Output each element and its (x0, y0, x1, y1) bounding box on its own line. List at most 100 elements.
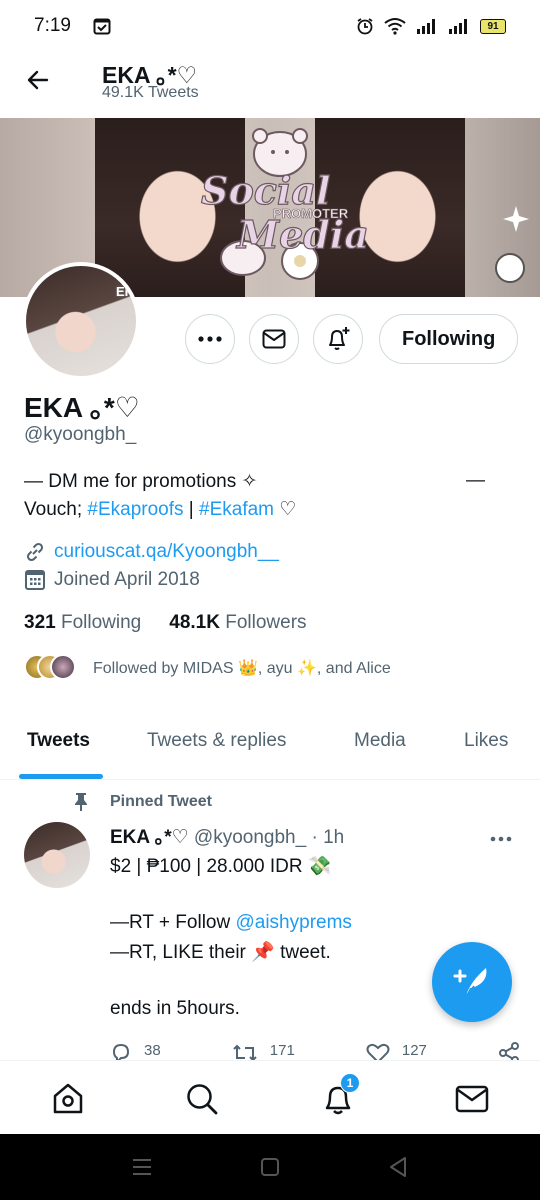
profile-avatar[interactable]: EKA (22, 262, 140, 380)
tweet-actions: 38 171 127 (110, 1042, 520, 1060)
system-navigation-bar (0, 1134, 540, 1200)
notifications-button[interactable] (313, 314, 363, 364)
reply-icon (112, 1043, 130, 1060)
header-tweet-count: 49.1K Tweets (102, 84, 199, 101)
followed-by-text: Followed by MIDAS 👑, ayu ✨, and Alice (93, 660, 391, 677)
avatar-tag: EKA (116, 284, 136, 299)
follower-avatar (50, 654, 76, 680)
following-count: 321 (24, 612, 56, 633)
signal-icon-2 (448, 18, 470, 34)
tab-likes[interactable]: Likes (464, 730, 508, 752)
more-icon (490, 836, 512, 842)
banner-text-media: Media (235, 212, 369, 257)
back-system-button[interactable] (386, 1156, 410, 1178)
followers-label: Followers (225, 612, 307, 633)
bio-line-2: Vouch; #Ekaproofs | #Ekafam ♡ (24, 498, 296, 521)
bio-separator: | (183, 499, 200, 520)
pinned-indicator: Pinned Tweet (72, 792, 212, 812)
profile-header-bar: EKA ｡*♡ 49.1K Tweets (0, 52, 540, 118)
retweet-action[interactable]: 171 (232, 1042, 295, 1060)
status-time: 7:19 (34, 15, 71, 36)
followed-by-row[interactable]: Followed by MIDAS 👑, ayu ✨, and Alice (24, 654, 391, 682)
joined-row: Joined April 2018 (24, 569, 200, 591)
following-label: Following (60, 612, 142, 633)
tweet-author-handle: @kyoongbh_ (193, 827, 307, 848)
profile-actions: Following (185, 314, 519, 364)
profile-handle: @kyoongbh_ (24, 424, 137, 445)
share-icon (498, 1042, 519, 1060)
nav-notifications[interactable]: 1 (320, 1073, 360, 1117)
more-icon (198, 336, 222, 342)
tweet-text-rt-follow: —RT + Follow (110, 912, 236, 933)
follow-stats: 321 Following 48.1K Followers (24, 612, 307, 634)
tweet-author-name[interactable]: EKA ｡*♡ (110, 827, 189, 848)
followers-stat[interactable]: 48.1K Followers (169, 612, 306, 634)
back-arrow-icon (27, 70, 49, 90)
mail-icon (455, 1085, 489, 1113)
followers-count: 48.1K (169, 612, 220, 633)
retweet-count: 171 (269, 1042, 295, 1059)
hashtag-ekafam[interactable]: #Ekafam (199, 499, 274, 520)
status-bar: 7:19 91 (0, 0, 540, 52)
profile-name: EKA ｡*♡ (24, 392, 140, 423)
website-row: curiouscat.qa/Kyoongbh__ (24, 541, 279, 563)
recent-apps-button[interactable] (130, 1156, 154, 1178)
back-button[interactable] (22, 64, 54, 96)
tweet-text-line-1: $2 | ₱100 | 28.000 IDR 💸 (110, 856, 332, 877)
like-action[interactable]: 127 (366, 1042, 427, 1060)
tweet-header: EKA ｡*♡ @kyoongbh_ · 1h (110, 822, 344, 849)
active-tab-indicator (19, 774, 103, 779)
hashtag-ekaproofs[interactable]: #Ekaproofs (87, 499, 183, 520)
profile-tabs: Tweets Tweets & replies Media Likes (0, 712, 540, 780)
reply-action[interactable]: 38 (110, 1042, 161, 1060)
heart-icon (366, 1043, 390, 1060)
reply-count: 38 (144, 1042, 161, 1059)
tweet-time[interactable]: 1h (323, 827, 344, 848)
notification-app-icon (93, 17, 111, 35)
tweet-mention[interactable]: @aishyprems (235, 912, 351, 933)
home-icon (53, 1083, 83, 1114)
wifi-icon (384, 17, 406, 35)
nav-search[interactable] (184, 1081, 220, 1117)
message-button[interactable] (249, 314, 299, 364)
tab-tweets[interactable]: Tweets (27, 730, 90, 752)
bio-vouch-text: Vouch; (24, 499, 88, 520)
nav-messages[interactable] (454, 1081, 490, 1117)
tweet-avatar[interactable] (24, 822, 90, 888)
tab-tweets-replies[interactable]: Tweets & replies (147, 730, 286, 752)
pinned-label: Pinned Tweet (110, 793, 212, 810)
home-system-button[interactable] (258, 1156, 282, 1178)
tweet-more-button[interactable] (490, 822, 512, 848)
bio-dash: — (466, 470, 485, 491)
bio-heart: ♡ (274, 499, 297, 520)
avatar-image: EKA (26, 266, 136, 376)
joined-date: Joined April 2018 (54, 569, 200, 590)
pin-icon (75, 793, 87, 811)
alarm-icon (356, 17, 374, 35)
search-icon (187, 1084, 218, 1115)
bio-line-1: — DM me for promotions ✧ (24, 471, 258, 492)
share-action[interactable] (498, 1042, 520, 1060)
following-button[interactable]: Following (379, 314, 519, 364)
follower-avatars (24, 654, 84, 682)
battery-icon: 91 (480, 18, 506, 34)
link-icon (26, 542, 44, 562)
bottom-nav: 1 (0, 1060, 540, 1134)
more-options-button[interactable] (185, 314, 235, 364)
nav-home[interactable] (50, 1081, 86, 1117)
compose-tweet-button[interactable] (432, 942, 512, 1022)
tab-media[interactable]: Media (354, 730, 406, 752)
tweet-text-line-2: —RT + Follow @aishyprems (110, 912, 352, 934)
following-stat[interactable]: 321 Following (24, 612, 141, 634)
notification-badge: 1 (340, 1073, 360, 1093)
calendar-icon (25, 570, 45, 590)
website-link[interactable]: curiouscat.qa/Kyoongbh__ (54, 541, 279, 563)
bell-plus-icon (329, 327, 350, 350)
like-count: 127 (401, 1042, 427, 1059)
square-icon (261, 1158, 279, 1176)
tweet-text-line-3: —RT, LIKE their 📌 tweet. (110, 942, 331, 963)
mail-icon (262, 329, 286, 349)
tweet-dot: · (311, 827, 318, 848)
compose-icon (453, 968, 487, 997)
retweet-icon (233, 1044, 257, 1060)
